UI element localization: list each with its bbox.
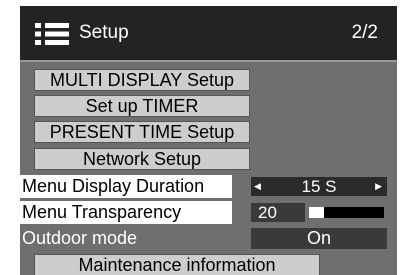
menu-display-duration-value: 15 S xyxy=(301,177,337,196)
menu-transparency-label: Menu Transparency xyxy=(20,201,232,224)
present-time-setup-button[interactable]: PRESENT TIME Setup xyxy=(34,121,250,143)
menu-display-duration-selector[interactable]: ◀ 15 S ▶ xyxy=(251,177,387,196)
outdoor-mode-value[interactable]: On xyxy=(251,228,387,249)
page-indicator: 2/2 xyxy=(351,22,378,43)
arrow-right-icon[interactable]: ▶ xyxy=(375,177,382,196)
outdoor-mode-row[interactable]: Outdoor mode On xyxy=(20,227,397,250)
menu-transparency-row[interactable]: Menu Transparency 20 xyxy=(20,201,397,224)
menu-display-duration-row[interactable]: Menu Display Duration ◀ 15 S ▶ xyxy=(20,175,397,198)
menu-transparency-slider[interactable] xyxy=(309,207,384,218)
arrow-left-icon[interactable]: ◀ xyxy=(254,177,261,196)
outdoor-mode-label: Outdoor mode xyxy=(20,227,232,250)
menu-display-duration-label: Menu Display Duration xyxy=(20,175,232,198)
maintenance-information-button[interactable]: Maintenance information xyxy=(34,254,320,275)
network-setup-button[interactable]: Network Setup xyxy=(34,148,250,170)
menu-transparency-value: 20 xyxy=(251,203,305,222)
setup-panel: Setup 2/2 MULTI DISPLAY Setup Set up TIM… xyxy=(20,6,397,275)
set-up-timer-button[interactable]: Set up TIMER xyxy=(34,95,250,117)
menu-transparency-slider-fill xyxy=(309,207,324,218)
multi-display-setup-button[interactable]: MULTI DISPLAY Setup xyxy=(34,69,250,91)
header-bar: Setup 2/2 xyxy=(20,6,397,62)
menu-list-icon xyxy=(35,23,71,45)
page-title: Setup xyxy=(79,22,129,43)
